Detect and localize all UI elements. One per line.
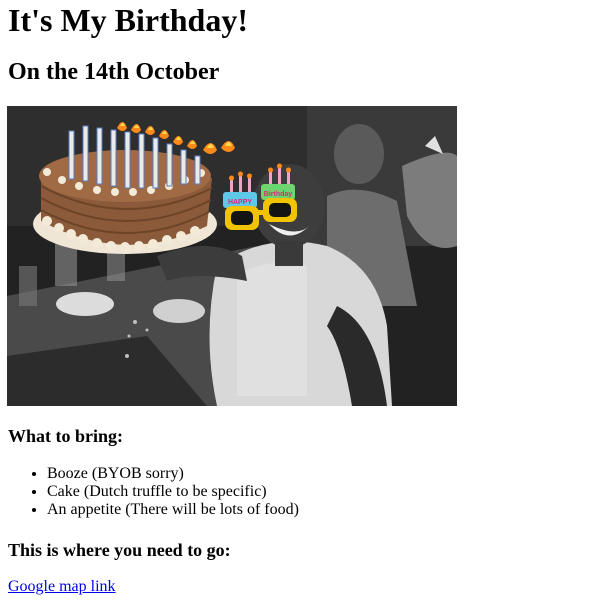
glasses-text-left: HAPPY	[228, 199, 252, 206]
what-to-bring-heading: What to bring:	[8, 426, 124, 446]
birthday-page: It's My Birthday! On the 14th October HA…	[0, 0, 612, 600]
location-heading: This is where you need to go:	[8, 540, 231, 560]
bring-list: Booze (BYOB sorry) Cake (Dutch truffle t…	[8, 465, 299, 519]
list-item: Cake (Dutch truffle to be specific)	[47, 483, 299, 501]
google-map-link[interactable]: Google map link	[8, 578, 116, 596]
page-title: It's My Birthday!	[8, 2, 248, 38]
date-heading: On the 14th October	[8, 59, 220, 85]
list-item: An appetite (There will be lots of food)	[47, 501, 299, 519]
party-photo: HAPPY Birthday	[7, 106, 457, 406]
glasses-text-right: Birthday	[264, 191, 293, 198]
list-item: Booze (BYOB sorry)	[47, 465, 299, 483]
